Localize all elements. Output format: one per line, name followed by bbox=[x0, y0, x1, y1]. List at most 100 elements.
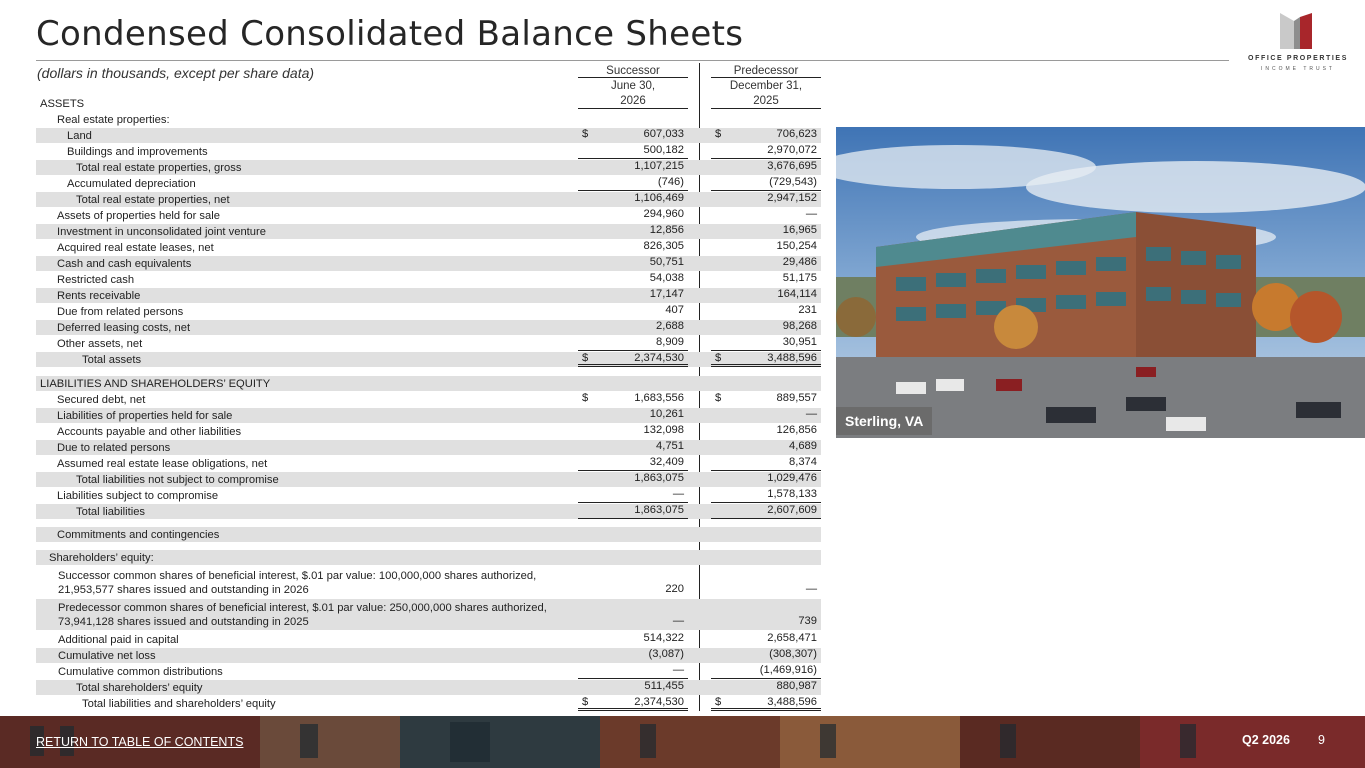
table-row: Assets of properties held for sale 294,96… bbox=[36, 208, 821, 223]
successor-cell: 32,409 bbox=[578, 456, 688, 471]
row-label: Cumulative common distributions bbox=[58, 665, 223, 678]
logo-subname: INCOME TRUST bbox=[1261, 66, 1335, 72]
successor-cell: $2,374,530 bbox=[578, 352, 688, 367]
successor-value: 32,409 bbox=[649, 456, 684, 468]
table-row: Acquired real estate leases, net 826,305 1… bbox=[36, 240, 821, 255]
predecessor-cell: 2,970,072 bbox=[711, 144, 821, 159]
predecessor-cell: $3,488,596 bbox=[711, 696, 821, 711]
table-row: Accounts payable and other liabilities 13… bbox=[36, 424, 821, 439]
row-label: Cumulative net loss bbox=[58, 649, 156, 662]
successor-value: 1,863,075 bbox=[634, 472, 684, 484]
predecessor-cell: 3,676,695 bbox=[711, 160, 821, 175]
predecessor-cell: $706,623 bbox=[711, 128, 821, 143]
successor-cell: 17,147 bbox=[578, 288, 688, 303]
row-label: Land bbox=[67, 129, 92, 142]
successor-cell: — bbox=[578, 615, 688, 630]
currency-symbol: $ bbox=[582, 352, 589, 364]
row-label: Total real estate properties, gross bbox=[76, 161, 242, 174]
row-label: Total real estate properties, net bbox=[76, 193, 230, 206]
successor-cell: 2,688 bbox=[578, 320, 688, 335]
predecessor-cell: 8,374 bbox=[711, 456, 821, 471]
table-row: Successor common shares of beneficial in… bbox=[36, 567, 821, 598]
predecessor-value: 739 bbox=[798, 615, 817, 627]
table-row: Accumulated depreciation (746) (729,543) bbox=[36, 176, 821, 191]
predecessor-cell: 231 bbox=[711, 304, 821, 319]
predecessor-cell: 150,254 bbox=[711, 240, 821, 255]
row-label: Deferred leasing costs, net bbox=[57, 321, 191, 334]
row-label: Predecessor common shares of beneficial … bbox=[58, 602, 547, 628]
currency-symbol: $ bbox=[582, 128, 589, 140]
title-divider bbox=[36, 60, 1229, 61]
row-label: Secured debt, net bbox=[57, 393, 146, 406]
building-photo bbox=[836, 127, 1365, 438]
table-row: Predecessor common shares of beneficial … bbox=[36, 599, 821, 630]
successor-value: 607,033 bbox=[643, 128, 684, 140]
table-row: Real estate properties: bbox=[36, 112, 821, 127]
predecessor-cell: 1,578,133 bbox=[711, 488, 821, 503]
successor-value: 2,374,530 bbox=[634, 696, 684, 708]
table-of-contents-link[interactable]: RETURN TO TABLE OF CONTENTS bbox=[36, 735, 243, 749]
predecessor-value: 98,268 bbox=[782, 320, 817, 332]
table-row: Total real estate properties, net 1,106,4… bbox=[36, 192, 821, 207]
row-label: Assets of properties held for sale bbox=[57, 209, 220, 222]
page-title: Condensed Consolidated Balance Sheets bbox=[36, 14, 744, 54]
predecessor-value: — bbox=[805, 583, 817, 595]
successor-cell: 294,960 bbox=[578, 208, 688, 223]
currency-symbol: $ bbox=[582, 392, 589, 404]
predecessor-cell: 1,029,476 bbox=[711, 472, 821, 487]
table-row: Rents receivable 17,147 164,114 bbox=[36, 288, 821, 303]
table-row: Total assets $2,374,530 $3,488,596 bbox=[36, 352, 821, 367]
table-row: Total liabilities and shareholders’ equi… bbox=[36, 696, 821, 711]
successor-value: 1,106,469 bbox=[634, 192, 684, 204]
successor-value: 17,147 bbox=[649, 288, 684, 300]
predecessor-date-line1: December 31, bbox=[729, 80, 803, 92]
predecessor-value: 3,488,596 bbox=[767, 352, 817, 364]
predecessor-value: — bbox=[805, 208, 817, 220]
predecessor-value: (1,469,916) bbox=[759, 664, 817, 676]
table-row: Secured debt, net $1,683,556 $889,557 bbox=[36, 392, 821, 407]
table-row: Assumed real estate lease obligations, n… bbox=[36, 456, 821, 471]
logo-name: OFFICE PROPERTIES bbox=[1248, 55, 1348, 62]
successor-value: 54,038 bbox=[649, 272, 684, 284]
successor-value: — bbox=[672, 664, 684, 676]
successor-cell: 4,751 bbox=[578, 440, 688, 455]
predecessor-value: 164,114 bbox=[777, 288, 817, 300]
currency-symbol: $ bbox=[715, 696, 722, 708]
predecessor-cell: (308,307) bbox=[711, 648, 821, 663]
successor-value: 1,863,075 bbox=[634, 504, 684, 516]
predecessor-value: 150,254 bbox=[776, 240, 817, 252]
successor-cell: 1,863,075 bbox=[578, 504, 688, 519]
predecessor-value: (308,307) bbox=[769, 648, 817, 660]
successor-value: 4,751 bbox=[656, 440, 684, 452]
row-label: Investment in unconsolidated joint ventu… bbox=[57, 225, 266, 238]
predecessor-value: 3,676,695 bbox=[767, 160, 817, 172]
predecessor-value: (729,543) bbox=[769, 176, 817, 188]
row-label: Total assets bbox=[82, 353, 142, 366]
predecessor-value: 126,856 bbox=[776, 424, 817, 436]
row-label: Commitments and contingencies bbox=[57, 528, 220, 541]
row-label: Cash and cash equivalents bbox=[57, 257, 192, 270]
row-label: Acquired real estate leases, net bbox=[57, 241, 214, 254]
successor-value: 500,182 bbox=[643, 144, 684, 156]
predecessor-value: 2,970,072 bbox=[767, 144, 817, 156]
successor-value: 511,455 bbox=[644, 680, 684, 692]
predecessor-cell: 739 bbox=[711, 615, 821, 630]
predecessor-value: 2,658,471 bbox=[767, 632, 817, 644]
table-row: Investment in unconsolidated joint ventu… bbox=[36, 224, 821, 239]
successor-cell: 50,751 bbox=[578, 256, 688, 271]
successor-value: 132,098 bbox=[643, 424, 684, 436]
successor-value: (3,087) bbox=[648, 648, 684, 660]
successor-cell: — bbox=[578, 664, 688, 679]
predecessor-cell: $3,488,596 bbox=[711, 352, 821, 367]
row-label: Real estate properties: bbox=[57, 113, 170, 126]
row-label: LIABILITIES AND SHAREHOLDERS’ EQUITY bbox=[40, 377, 271, 390]
successor-value: 220 bbox=[665, 583, 684, 595]
successor-value: 514,322 bbox=[643, 632, 684, 644]
predecessor-value: 3,488,596 bbox=[767, 696, 817, 708]
successor-cell: 220 bbox=[578, 583, 688, 598]
predecessor-value: 30,951 bbox=[782, 336, 817, 348]
predecessor-cell: 29,486 bbox=[711, 256, 821, 271]
predecessor-cell: 51,175 bbox=[711, 272, 821, 287]
predecessor-cell: 2,658,471 bbox=[711, 632, 821, 647]
table-row: Total liabilities 1,863,075 2,607,609 bbox=[36, 504, 821, 519]
